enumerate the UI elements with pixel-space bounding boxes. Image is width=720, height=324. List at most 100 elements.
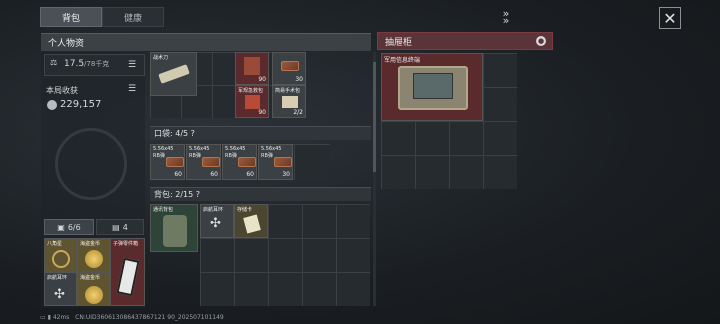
supply-item[interactable]: 军规急救包 90 (235, 85, 269, 118)
weight-icon: ⚖ (50, 58, 58, 67)
earring-icon: ✣ (54, 287, 65, 302)
weight-readout: 17.5/78千克 (64, 59, 109, 69)
scrollbar[interactable] (373, 52, 376, 306)
storage-card-item[interactable]: 存储卡 (234, 204, 268, 238)
equip-item-name: 启航耳环 (47, 275, 68, 281)
item-count: 90 (258, 109, 266, 116)
supply-item[interactable]: 30 (272, 52, 306, 85)
emblem-watermark (55, 128, 127, 200)
location-pin-icon[interactable]: ● (536, 36, 546, 46)
ammo-item[interactable]: 5.56x45 RB弹 30 (258, 144, 293, 180)
ping-text: 42ms (52, 314, 70, 321)
double-chevron-icon[interactable]: »» (499, 8, 513, 26)
personal-supplies-header: 个人物资 (41, 33, 371, 51)
card-icon: ▤ (112, 222, 120, 232)
backpack-slot[interactable]: 通讯背包 (150, 204, 198, 252)
supply-item[interactable]: 90 (235, 52, 269, 85)
knife-icon (158, 64, 190, 84)
equip-tab-card[interactable]: ▤ 4 (96, 219, 144, 235)
close-button[interactable]: ✕ (659, 7, 681, 29)
item-name: 简易手术包 (275, 88, 301, 94)
cabinet-title: 抽屉柜 (385, 37, 413, 48)
help-icon[interactable]: ? (191, 129, 195, 138)
terminal-item[interactable]: 军用信息终端 (381, 53, 483, 121)
equip-item-name: 海盗金币 (80, 275, 101, 281)
pocket-title: 口袋: 4/5 (154, 129, 189, 138)
medkit-icon (244, 57, 260, 75)
item-name: 通讯背包 (153, 207, 174, 213)
backpack-icon (163, 215, 187, 247)
equip-tab-card-count: 4 (122, 222, 128, 232)
equip-tab-bag[interactable]: ▣ 6/6 (44, 219, 94, 235)
first-aid-icon (245, 95, 260, 109)
equip-item[interactable]: 子弹零件箱 (110, 238, 145, 306)
scrollbar-thumb[interactable] (373, 62, 376, 172)
item-sub: RB弹 (189, 153, 201, 159)
ammo-item[interactable]: 5.56x45 RB弹 60 (150, 144, 185, 180)
footer-bar: ▭ ▮ 42ms CN:UID360613086437867121 90_202… (40, 314, 224, 321)
gold-coin-icon (85, 250, 103, 268)
item-count: 60 (174, 171, 182, 178)
terminal-icon (398, 66, 468, 110)
income-label: 本局收获 (46, 86, 78, 95)
tab-bar: 背包 健康 (40, 7, 164, 27)
surgery-kit-icon (282, 96, 298, 108)
equip-tab-bag-count: 6/6 (67, 222, 81, 232)
pocket-label: 口袋: 4/5 ? (150, 126, 371, 140)
backpack-title: 背包: 2/15 (154, 190, 194, 199)
item-count: 30 (295, 76, 303, 83)
signal-icon: ▮ (47, 314, 51, 321)
item-sub: RB弹 (153, 153, 165, 159)
list-icon[interactable]: ☰ (128, 84, 136, 94)
card-icon (243, 214, 261, 234)
knife-item[interactable]: 战术刀 (150, 52, 197, 96)
tab-backpack[interactable]: 背包 (40, 7, 102, 27)
backpack-label: 背包: 2/15 ? (150, 187, 371, 201)
bag-icon: ▣ (57, 222, 65, 232)
supply-item[interactable]: 简易手术包 2/2 (272, 85, 306, 118)
item-count: 2/2 (293, 109, 303, 116)
equip-item-name: 海盗金币 (80, 241, 101, 247)
close-icon: ✕ (663, 8, 677, 28)
ammo-item[interactable]: 5.56x45 RB弹 60 (186, 144, 221, 180)
cabinet-header: 抽屉柜 ● (377, 32, 553, 50)
item-count: 30 (282, 171, 290, 178)
equip-item[interactable]: 启航耳环 ✣ (44, 272, 77, 306)
ammo-pack-icon (281, 61, 299, 71)
equip-item[interactable]: 海盗金币 (77, 238, 110, 272)
terminal-screen (413, 73, 453, 99)
item-name: 军用信息终端 (384, 57, 421, 64)
coin-icon (47, 100, 57, 110)
battery-icon: ▭ (40, 314, 46, 321)
item-name: 战术刀 (153, 55, 169, 61)
equip-item-name: 八角星 (47, 241, 63, 247)
equip-item-name: 子弹零件箱 (113, 241, 139, 247)
equip-item[interactable]: 海盗金币 (77, 272, 110, 306)
item-count: 60 (246, 171, 254, 178)
item-sub: RB弹 (225, 153, 237, 159)
item-name: 存储卡 (237, 207, 253, 213)
ammo-item[interactable]: 5.56x45 RB弹 60 (222, 144, 257, 180)
item-name: 军规急救包 (238, 88, 264, 94)
parts-box-icon (116, 257, 140, 297)
item-sub: RB弹 (261, 153, 273, 159)
weight-value: 17.5 (64, 59, 85, 69)
income-value: 229,157 (60, 99, 102, 110)
list-icon[interactable]: ☰ (128, 60, 136, 70)
gold-coin-icon (85, 286, 103, 304)
tab-health[interactable]: 健康 (102, 7, 164, 27)
earring-icon: ✣ (210, 216, 221, 231)
equip-item[interactable]: 八角星 (44, 238, 77, 272)
item-count: 60 (210, 171, 218, 178)
ammo-box-icon (166, 157, 184, 167)
octagon-star-icon (52, 250, 70, 268)
ammo-box-icon (238, 157, 256, 167)
help-icon[interactable]: ? (196, 190, 200, 199)
ammo-box-icon (274, 157, 292, 167)
uid-text: CN:UID360613086437867121 90_202507101149 (75, 314, 224, 321)
item-name: 启航耳环 (203, 207, 224, 213)
earring-item[interactable]: 启航耳环 ✣ (200, 204, 234, 238)
ammo-box-icon (202, 157, 220, 167)
item-count: 90 (258, 76, 266, 83)
weight-max: /78千克 (84, 60, 110, 68)
